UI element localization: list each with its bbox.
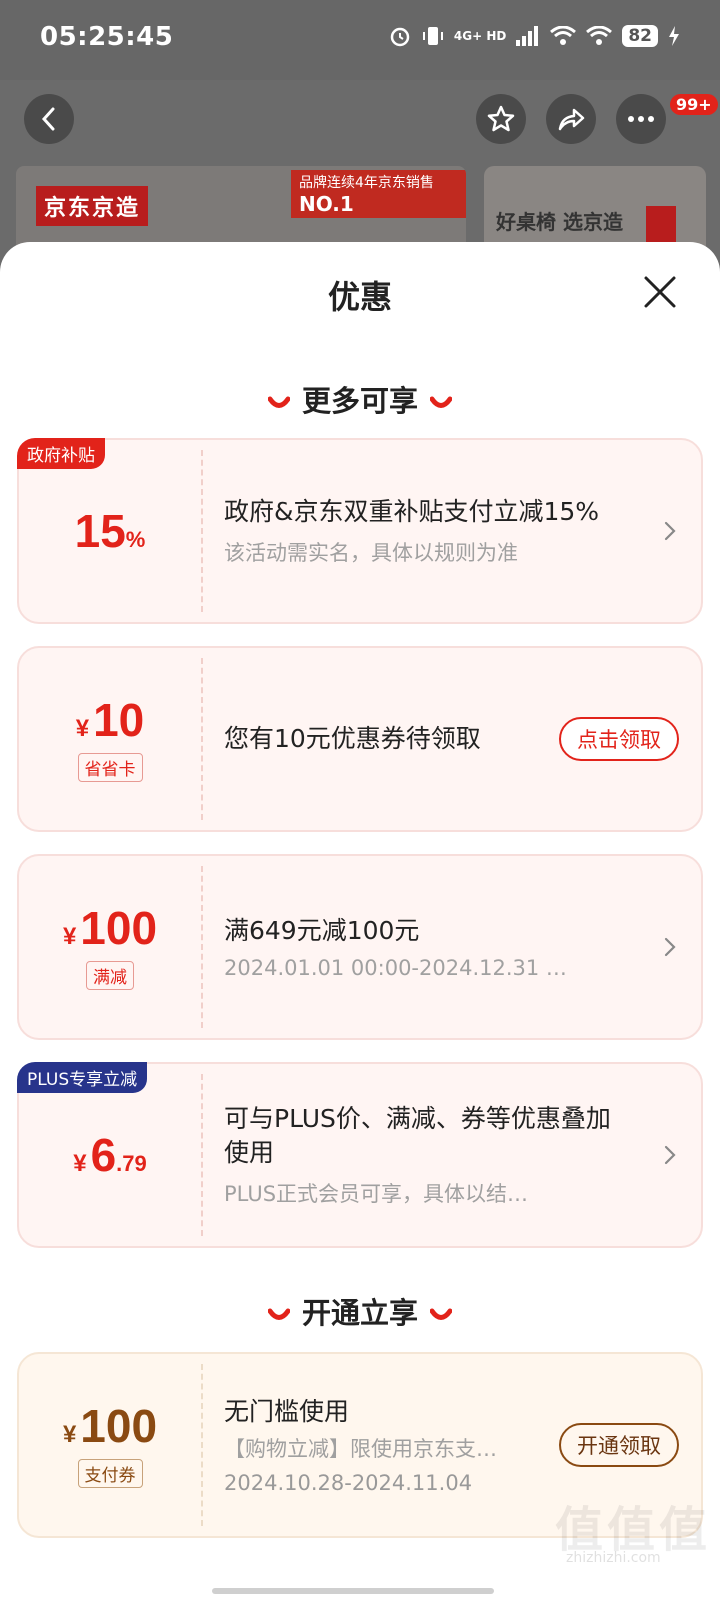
share-button[interactable]	[546, 94, 596, 144]
more-badge: 99+	[670, 94, 718, 115]
amount-decimal: .79	[116, 1151, 147, 1176]
currency-symbol: ¥	[62, 922, 77, 950]
activate-claim-button[interactable]: 开通领取	[559, 1423, 679, 1467]
section-title: 更多可享	[301, 384, 418, 418]
smile-icon	[267, 396, 290, 408]
chevron-right-icon	[664, 521, 676, 541]
coupon-title: 您有10元优惠券待领取	[224, 724, 481, 753]
section-open-to-enjoy: 开通立享	[0, 1290, 720, 1332]
charging-icon	[669, 26, 679, 46]
coupon-subtitle: 该活动需实名，具体以规则为准	[224, 541, 518, 565]
coupon-validity: 2024.01.01 00:00-2024.12.31 …	[224, 956, 567, 980]
coupon-amount: 15%	[19, 440, 201, 622]
section-title: 开通立享	[301, 1296, 418, 1330]
dashed-divider	[201, 1074, 203, 1236]
alarm-icon	[390, 27, 410, 47]
status-icons: 4G+ HD 82	[388, 24, 680, 48]
currency-symbol: ¥	[75, 714, 90, 742]
discount-sheet: 优惠 更多可享 政府补贴 15% 政府&京东双重补贴支付立减15% 该活动需实名…	[0, 242, 720, 1600]
product-nav	[0, 90, 720, 160]
coupon-subtitle: PLUS正式会员可享，具体以结…	[224, 1182, 529, 1206]
coupon-subtitle: 【购物立减】限使用京东支…	[224, 1437, 497, 1461]
wifi-icon	[550, 26, 577, 45]
section-more-available: 更多可享	[0, 378, 720, 420]
smile-icon	[267, 1308, 290, 1320]
coupon-title: 可与PLUS价、满减、券等优惠叠加使用	[224, 1104, 611, 1167]
signal-icon	[516, 26, 539, 46]
coupon-type-tag: 支付券	[77, 1458, 143, 1488]
network-type: 4G+ HD	[453, 29, 507, 43]
more-button[interactable]	[616, 94, 666, 144]
dashed-divider	[201, 866, 203, 1028]
brand-tag: 京东京造	[36, 186, 149, 226]
dashed-divider	[201, 1364, 203, 1526]
coupon-type-tag: 满减	[86, 960, 134, 990]
dashed-divider	[201, 450, 203, 612]
back-button[interactable]	[24, 94, 74, 144]
amount-value: 100	[80, 901, 158, 954]
home-indicator[interactable]	[212, 1588, 494, 1594]
coupon-validity: 2024.10.28-2024.11.04	[224, 1471, 473, 1495]
chevron-left-icon	[41, 107, 55, 131]
share-icon	[558, 108, 585, 131]
amount-value: 15	[74, 505, 126, 557]
close-button[interactable]	[640, 272, 680, 312]
amount-value: 100	[80, 1399, 158, 1452]
currency-symbol: ¥	[73, 1150, 87, 1177]
claim-coupon-button[interactable]: 点击领取	[559, 717, 679, 761]
rank-banner-emph: NO.1	[299, 192, 354, 216]
amount-value: 10	[93, 693, 145, 746]
coupon-card-plus[interactable]: PLUS专享立减 ¥6.79 可与PLUS价、满减、券等优惠叠加使用 PLUS正…	[17, 1062, 703, 1248]
coupon-card-subsidy[interactable]: 政府补贴 15% 政府&京东双重补贴支付立减15% 该活动需实名，具体以规则为准	[17, 438, 703, 624]
coupon-title: 满649元减100元	[224, 916, 420, 945]
amount-value: 6	[90, 1129, 117, 1181]
status-bar: 05:25:45 4G+ HD 82	[0, 0, 720, 80]
vibrate-icon	[422, 27, 443, 45]
dashed-divider	[201, 658, 203, 820]
smile-icon	[430, 396, 452, 408]
coupon-amount: ¥100 支付券	[19, 1354, 201, 1536]
chevron-right-icon	[664, 937, 676, 957]
smile-icon	[430, 1308, 452, 1320]
chevron-right-icon	[664, 1145, 676, 1165]
coupon-type-tag: 省省卡	[77, 752, 143, 782]
rank-banner: 品牌连续4年京东销售NO.1	[291, 170, 466, 218]
star-icon	[487, 105, 515, 132]
coupon-card-saver: ¥10 省省卡 您有10元优惠券待领取 点击领取	[17, 646, 703, 832]
battery-level: 82	[622, 25, 658, 47]
coupon-amount: ¥100 满减	[19, 856, 201, 1038]
coupon-amount: ¥10 省省卡	[19, 648, 201, 830]
side-banner-text: 好桌椅 选京造	[496, 210, 623, 234]
sheet-title: 优惠	[327, 278, 392, 316]
coupon-title: 无门槛使用	[224, 1397, 350, 1426]
coupon-amount: ¥6.79	[19, 1064, 201, 1246]
status-time: 05:25:45	[40, 22, 174, 52]
more-dots-icon	[628, 116, 654, 122]
rank-banner-prefix: 品牌连续4年京东销售	[299, 175, 434, 191]
amount-unit: %	[125, 527, 146, 552]
close-icon	[644, 276, 676, 308]
coupon-title: 政府&京东双重补贴支付立减15%	[224, 497, 600, 526]
watermark-url: zhizhizhi.com	[566, 1550, 661, 1566]
wifi-icon-2	[586, 26, 613, 45]
currency-symbol: ¥	[62, 1420, 77, 1448]
coupon-card-full-reduction[interactable]: ¥100 满减 满649元减100元 2024.01.01 00:00-2024…	[17, 854, 703, 1040]
favorite-button[interactable]	[476, 94, 526, 144]
